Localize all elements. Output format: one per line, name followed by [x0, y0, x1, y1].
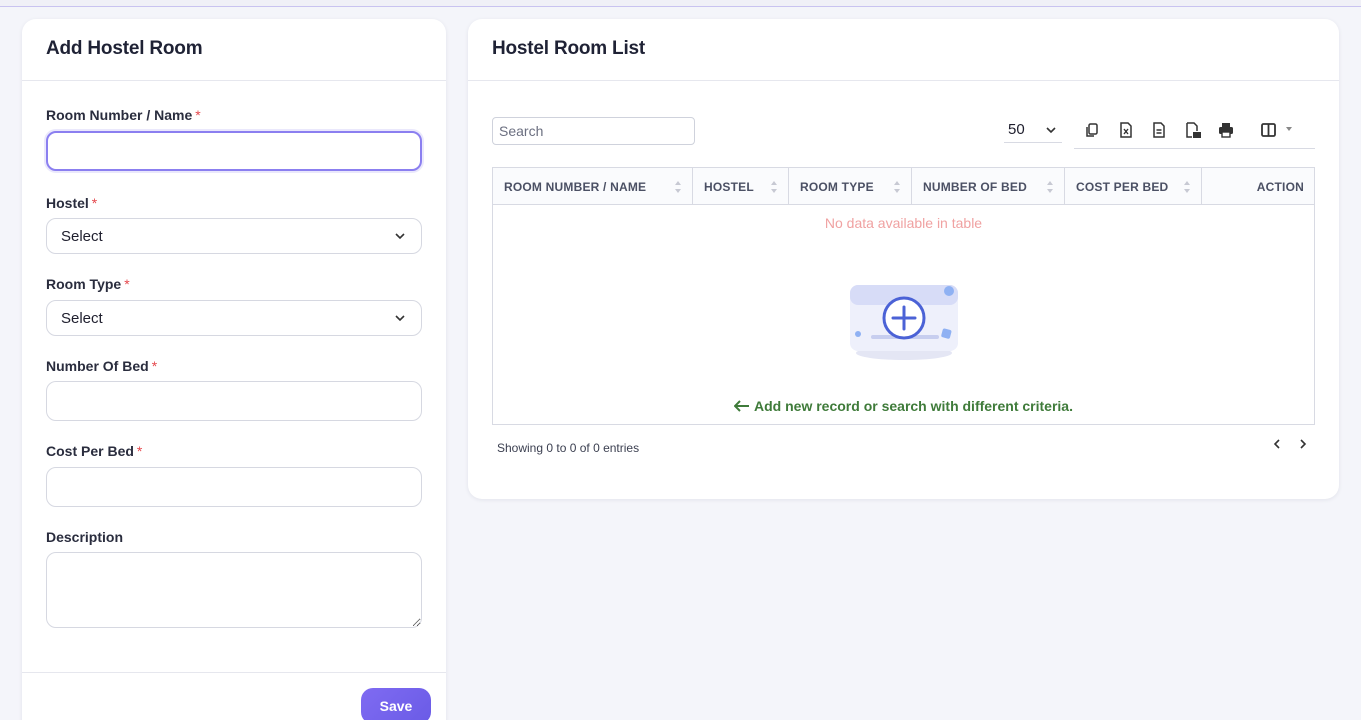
- room-type-select-value: Select: [61, 309, 103, 327]
- columns-icon[interactable]: [1260, 121, 1300, 139]
- search-input[interactable]: Search: [492, 117, 695, 145]
- column-hostel[interactable]: HOSTEL: [693, 168, 789, 205]
- search-placeholder: Search: [499, 123, 544, 139]
- room-type-label: Room Type *: [46, 276, 130, 292]
- empty-state-illustration: [850, 285, 958, 360]
- next-page-icon[interactable]: [1296, 437, 1310, 451]
- hostel-select-value: Select: [61, 227, 103, 245]
- column-action: ACTION: [1256, 179, 1304, 194]
- column-number-of-bed[interactable]: NUMBER OF BED: [912, 168, 1065, 205]
- cost-per-bed-input[interactable]: [46, 467, 422, 507]
- number-of-bed-input[interactable]: [46, 381, 422, 421]
- column-room-number[interactable]: ROOM NUMBER / NAME: [493, 168, 693, 205]
- chevron-down-icon: [395, 233, 405, 240]
- page-size-value: 50: [1008, 121, 1025, 138]
- save-button[interactable]: Save: [361, 688, 431, 720]
- empty-table-message: No data available in table: [824, 215, 983, 231]
- room-type-select[interactable]: Select: [46, 300, 422, 336]
- print-icon[interactable]: [1217, 121, 1235, 139]
- form-title: Add Hostel Room: [46, 38, 203, 59]
- card-header: Add Hostel Room: [22, 19, 446, 81]
- chevron-down-icon: [1046, 126, 1056, 133]
- sort-icon: [675, 181, 681, 193]
- table-info: Showing 0 to 0 of 0 entries: [497, 441, 640, 455]
- card-header: Hostel Room List: [468, 19, 1339, 81]
- excel-icon[interactable]: [1117, 121, 1135, 139]
- arrow-left-icon: [733, 400, 750, 412]
- hostel-room-list-card: Hostel Room List Search 50 ROOM NUMBER /…: [468, 19, 1339, 499]
- sort-icon: [1184, 181, 1190, 193]
- csv-icon[interactable]: [1150, 121, 1168, 139]
- previous-page-icon[interactable]: [1270, 437, 1284, 451]
- sort-icon: [1047, 181, 1053, 193]
- add-hostel-room-card: Add Hostel Room Room Number / Name * Host…: [22, 19, 446, 720]
- list-title: Hostel Room List: [492, 38, 646, 59]
- sort-icon: [771, 181, 777, 193]
- empty-state-hint: Add new record or search with different …: [493, 398, 1314, 414]
- hostel-select[interactable]: Select: [46, 218, 422, 254]
- pdf-icon[interactable]: [1184, 121, 1202, 139]
- cost-per-bed-label: Cost Per Bed *: [46, 443, 143, 459]
- chevron-down-icon: [395, 315, 405, 322]
- sort-icon: [894, 181, 900, 193]
- table-header: ROOM NUMBER / NAME HOSTEL ROOM TYPE NUMB…: [493, 168, 1314, 205]
- hostel-room-table: ROOM NUMBER / NAME HOSTEL ROOM TYPE NUMB…: [492, 167, 1315, 425]
- column-cost-per-bed[interactable]: COST PER BED: [1065, 168, 1202, 205]
- page-size-select[interactable]: 50: [1004, 117, 1062, 143]
- description-textarea[interactable]: [46, 552, 422, 628]
- hostel-label: Hostel *: [46, 195, 98, 211]
- number-of-bed-label: Number Of Bed *: [46, 358, 158, 374]
- copy-icon[interactable]: [1083, 121, 1101, 139]
- top-bar: [0, 0, 1361, 7]
- export-toolbar: [1074, 115, 1315, 149]
- description-label: Description: [46, 529, 124, 545]
- column-room-type[interactable]: ROOM TYPE: [789, 168, 912, 205]
- room-number-input[interactable]: [46, 131, 422, 171]
- room-number-label: Room Number / Name *: [46, 107, 201, 123]
- footer-divider: [22, 672, 446, 673]
